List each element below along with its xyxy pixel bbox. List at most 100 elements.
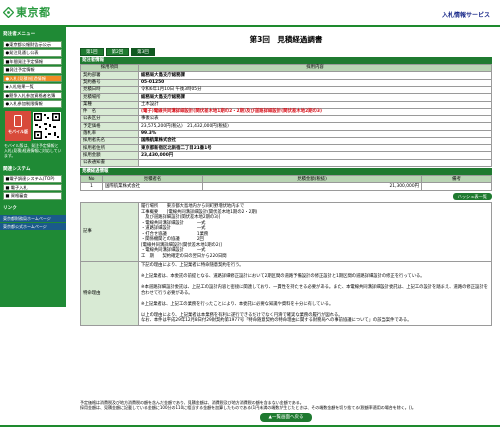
info-value: 総務局大島支庁総務課 — [138, 93, 492, 102]
tab-round-2[interactable]: 第2回 — [105, 48, 130, 56]
sidebar-item-order-schedule[interactable]: ■発注予定情報 — [3, 66, 62, 74]
link-tokyo-official[interactable]: 東京都公式ホームページ — [0, 222, 66, 230]
info-label: 契約番号 — [80, 78, 139, 87]
round-tabs: 第1回 第2回 第3回 — [80, 48, 492, 56]
reason-row: 特命理由 下記の理由により、上記業者に特命随意契約を行う。 ※上記業者は、本委託… — [80, 260, 492, 327]
bid-col-amount: 見積金額(税抜) — [202, 175, 422, 184]
info-section-header: 発注者情報 — [80, 57, 492, 65]
sidebar-item-label: ■電子調達システム(TOP) — [5, 176, 55, 182]
sidebar-item-public-notice[interactable]: ●東京都公報財告示公示 — [3, 40, 62, 49]
sidebar-item-label: ●競争入札参加資格者名簿 — [5, 92, 56, 98]
info-table-header: 採用項目 採用内容 — [80, 64, 492, 73]
page-header: 東京都 入札情報サービス — [0, 0, 500, 28]
info-label: 業種 — [80, 100, 139, 109]
bid-section-header: 見積経過情報 — [80, 168, 492, 176]
sidebar-item-bid-history[interactable]: ●入札(見積)経過情報 — [3, 74, 62, 83]
sidebar-item-label: ■ 電子入札 — [5, 184, 28, 190]
bid-table: No 見積者名 見積金額(税抜) 備考 1 国際航業株式会社 21,300,00… — [80, 175, 492, 191]
info-label: 落札率 — [80, 129, 139, 138]
info-value: 令和6年1月10日 午後3時05分 — [138, 85, 492, 95]
sidebar-item-label: ◆入札結果一覧 — [5, 84, 34, 90]
table-row: 採用者住所 東京都新宿区北新宿二丁目21番1号 — [80, 144, 492, 153]
remarks-table: 記事 履行場所 東京都大島地内から同町野増伏地内まで 工事概要 [電線共同溝詳細… — [80, 201, 492, 327]
link-finance-bureau[interactable]: 東京都財務局ホームページ — [0, 214, 66, 222]
history-button[interactable]: ハッシュ表一覧 — [452, 192, 492, 200]
table-row: 見積場所 総務局大島支庁総務課 — [80, 93, 492, 102]
info-value: 事後公表 — [138, 115, 492, 124]
history-button-wrap: ハッシュ表一覧 — [80, 192, 492, 200]
info-value: 総務局大島支庁総務課 — [138, 71, 492, 80]
info-table-body: 契約部署 総務局大島支庁総務課 契約番号 05-01250 見積日時 令和6年1月10日 … — [80, 71, 492, 168]
sidebar: 発注者メニュー ●東京都公報財告示公示 ●発注見通し公表 ■年間発注予定情報 ■… — [0, 27, 66, 307]
info-value: 土木設計 — [138, 100, 492, 109]
bid-table-header: No 見積者名 見積金額(税抜) 備考 — [80, 175, 492, 184]
sidebar-item-label: ■年間発注予定情報 — [5, 58, 43, 64]
sidebar-item-label: ●入札(見積)経過情報 — [5, 75, 46, 81]
table-row: 契約部署 総務局大島支庁総務課 — [80, 71, 492, 80]
table-row: 契約番号 05-01250 — [80, 78, 492, 87]
table-row: 採用金額 23,430,000円 — [80, 151, 492, 160]
table-row: 採用者氏名 国際航業株式会社 — [80, 136, 492, 146]
info-col-content: 採用内容 — [138, 64, 492, 73]
sidebar-item-label: ■ 資格審査 — [5, 193, 28, 199]
remarks-row: 記事 履行場所 東京都大島地内から同町野増伏地内まで 工事概要 [電線共同溝詳細… — [80, 201, 492, 262]
sidebar-links-heading: リンク — [3, 205, 17, 211]
mobile-label-text: モバイル版 — [8, 128, 28, 134]
table-row: 予定価格 23,575,200円(税込) 21,432,000円(税抜) — [80, 122, 492, 131]
bid-name: 国際航業株式会社 — [102, 182, 203, 191]
info-value: (電子)電線共同溝詳細設計(関伏差木地1期の2・2期)及び道路詳細設計(関伏差木… — [138, 107, 492, 117]
sidebar-item-qualified-list[interactable]: ●競争入札参加資格者名簿 — [3, 91, 62, 100]
sidebar-item-e-procurement[interactable]: ■電子調達システム(TOP) — [3, 175, 62, 183]
qr-code-icon — [33, 111, 61, 140]
sidebar-item-e-bidding[interactable]: ■ 電子入札 — [3, 183, 62, 192]
info-label: 採用者氏名 — [80, 136, 139, 146]
table-row: 件 名 (電子)電線共同溝詳細設計(関伏差木地1期の2・2期)及び道路詳細設計(関… — [80, 107, 492, 117]
bid-col-no: No — [80, 175, 103, 184]
mobile-phone-icon — [14, 114, 22, 127]
service-title: 入札情報サービス — [441, 12, 490, 19]
tokyo-logo[interactable]: 東京都 — [2, 6, 51, 20]
tab-round-1[interactable]: 第1回 — [80, 48, 104, 56]
tokyo-emblem-icon — [2, 6, 15, 19]
info-label: 採用者住所 — [80, 144, 139, 153]
tab-round-3[interactable]: 第3回 — [131, 48, 155, 56]
sidebar-item-order-outlook[interactable]: ●発注見通し公表 — [3, 49, 62, 57]
info-table: 採用項目 採用内容 契約部署 総務局大島支庁総務課 契約番号 05-01250 見積日時… — [80, 64, 492, 168]
info-col-item: 採用項目 — [80, 64, 139, 73]
notes: 予定価格は消費税及び地方消費税の額を含んだ金額であり、見積金額は、消費税及び地方… — [80, 396, 492, 411]
sidebar-item-label: ●発注見通し公表 — [5, 50, 39, 56]
page-title: 第3回 見積経過調書 — [249, 35, 323, 44]
info-label: 公表通知書 — [80, 158, 139, 168]
bid-note — [421, 182, 492, 191]
remarks-text: 履行場所 東京都大島地内から同町野増伏地内まで 工事概要 [電線共同溝詳細設計(… — [138, 201, 492, 262]
table-row: 見積日時 令和6年1月10日 午後3時05分 — [80, 85, 492, 95]
table-row: 公表区分 事後公表 — [80, 115, 492, 124]
mobile-label: モバイル版 — [5, 110, 31, 141]
sidebar-item-restrictions[interactable]: ●入札参加制限情報 — [3, 100, 62, 108]
info-label: 見積日時 — [80, 85, 139, 95]
bid-col-note: 備考 — [421, 175, 492, 184]
table-row: 業種 土木設計 — [80, 100, 492, 109]
info-value: 23,575,200円(税込) 21,432,000円(税抜) — [138, 122, 492, 131]
info-label: 見積場所 — [80, 93, 139, 102]
info-value — [138, 158, 492, 168]
sidebar-item-bid-results[interactable]: ◆入札結果一覧 — [3, 83, 62, 91]
mobile-qr-block[interactable]: モバイル版 — [5, 110, 61, 141]
note-2: 採用金額は、見積金額に記載している金額に100分の110に相当する金額を加算した… — [80, 405, 416, 411]
info-label: 予定価格 — [80, 122, 139, 131]
sidebar-system-heading: 関連システム — [3, 166, 31, 172]
sidebar-item-annual-schedule[interactable]: ■年間発注予定情報 — [3, 57, 62, 66]
reason-text: 下記の理由により、上記業者に特命随意契約を行う。 ※上記業者は、本委託の前提とな… — [138, 260, 492, 327]
back-button-wrap: ▲一覧画面へ戻る — [80, 413, 492, 422]
sidebar-item-label: ●入札参加制限情報 — [5, 101, 43, 107]
back-to-list-button[interactable]: ▲一覧画面へ戻る — [259, 413, 313, 422]
info-label: 採用金額 — [80, 151, 139, 160]
bid-amount: 21,300,000円 — [202, 182, 422, 191]
table-row: 公表通知書 — [80, 158, 492, 168]
sidebar-item-qualification[interactable]: ■ 資格審査 — [3, 192, 62, 200]
bid-no: 1 — [80, 182, 103, 191]
info-value: 国際航業株式会社 — [138, 136, 492, 146]
notes-text: 予定価格は消費税及び地方消費税の額を含んだ金額であり、見積金額は、消費税及び地方… — [80, 400, 492, 411]
info-label: 契約部署 — [80, 71, 139, 80]
mobile-note: モバイル版は、発注予定情報と入札(見積)経過情報に対応しています。 — [4, 142, 62, 159]
